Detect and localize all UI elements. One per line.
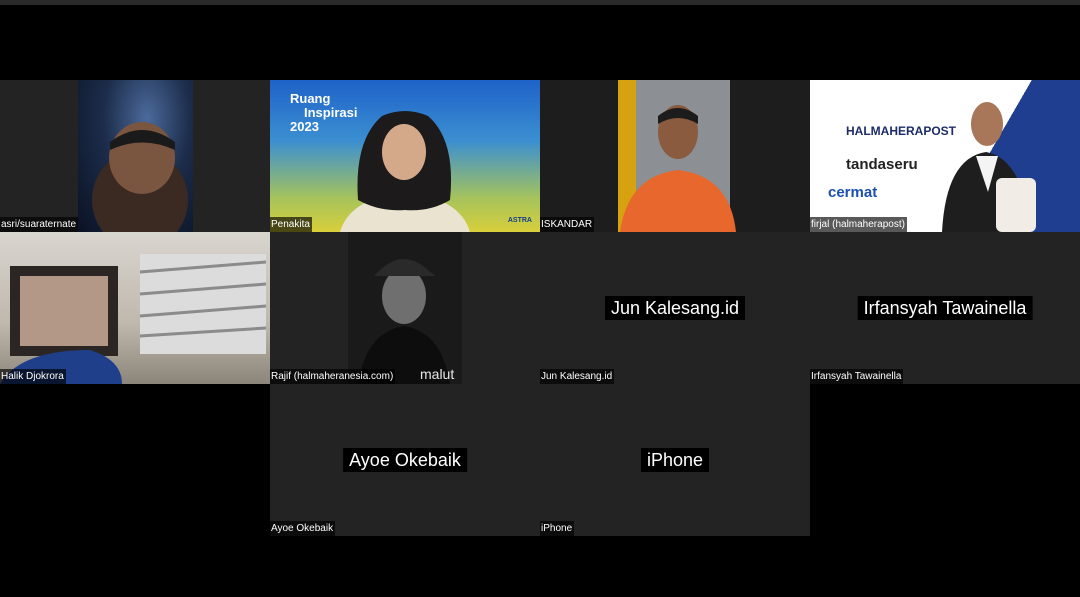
participant-tile-penakita[interactable]: Ruang Inspirasi 2023 ASTRA Penakita [270, 80, 540, 232]
participant-display-name: Irfansyah Tawainella [857, 296, 1033, 320]
participant-tile-jun[interactable]: Jun Kalesang.id Jun Kalesang.id [540, 232, 810, 384]
participant-name: Rajif (halmaheranesia.com) [270, 369, 396, 384]
participant-name: Halik Djokrora [0, 369, 66, 384]
top-bar [0, 0, 1080, 5]
participant-video [540, 80, 810, 232]
participant-name: Jun Kalesang.id [540, 369, 615, 384]
participant-name: Irfansyah Tawainella [810, 369, 904, 384]
participant-video [0, 232, 270, 384]
participant-tile-rajif[interactable]: malut Rajif (halmaheranesia.com) [270, 232, 540, 384]
participant-tile-halik[interactable]: Halik Djokrora [0, 232, 270, 384]
participant-tile-asri[interactable]: asri/suarate­rnate [0, 80, 270, 232]
participant-name: firjal (halmaherapost) [810, 217, 907, 232]
participant-tile-iphone[interactable]: iPhone iPhone [540, 384, 810, 536]
participant-video: Ruang Inspirasi 2023 ASTRA [270, 80, 540, 232]
participant-name: Penakita [270, 217, 312, 232]
participant-name: ISKANDAR [540, 217, 595, 232]
participant-name: iPhone [540, 521, 575, 536]
participant-name: asri/suarate­rnate [0, 217, 79, 232]
participant-tile-irfansyah[interactable]: Irfansyah Tawainella Irfansyah Tawainell… [810, 232, 1080, 384]
participant-tile-ayoe[interactable]: Ayoe Okebaik Ayoe Okebaik [270, 384, 540, 536]
participant-display-name: iPhone [640, 448, 710, 472]
participant-tile-firjal[interactable]: HALMAHERAPOST tandaseru cermat firjal (h… [810, 80, 1080, 232]
participant-display-name: Jun Kalesang.id [604, 296, 746, 320]
participant-video [0, 80, 270, 232]
participant-name: Ayoe Okebaik [270, 521, 336, 536]
participant-tile-iskandar[interactable]: ISKANDAR [540, 80, 810, 232]
participant-video: HALMAHERAPOST tandaseru cermat [810, 80, 1080, 232]
participant-video: malut [270, 232, 540, 384]
malut-logo: malut [420, 366, 455, 382]
participant-display-name: Ayoe Okebaik [343, 448, 467, 472]
